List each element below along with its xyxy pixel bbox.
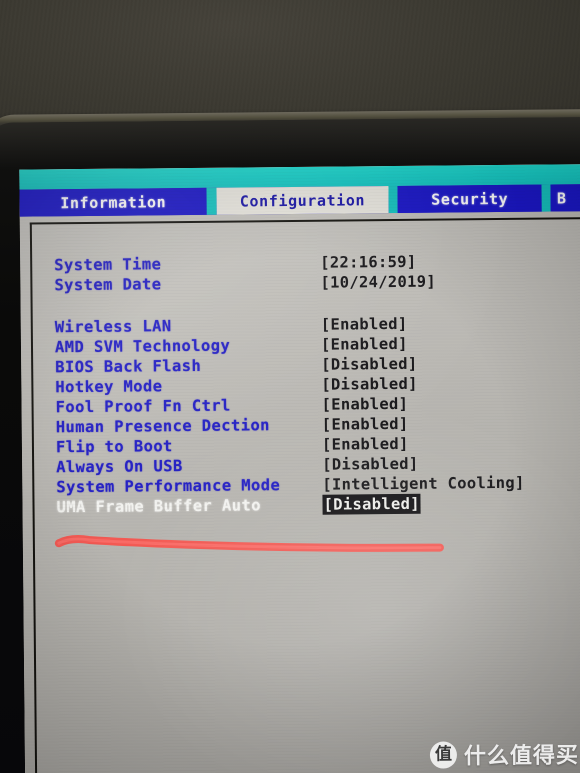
watermark-text: 什么值得买 (463, 743, 580, 770)
bezel-sheen (0, 117, 580, 169)
watermark: 值 什么值得买 (429, 737, 580, 770)
bios-setup-utility: Information Configuration Security B (19, 164, 580, 773)
screen-vignette (19, 164, 580, 773)
laptop-screen-bezel: Information Configuration Security B (0, 117, 580, 773)
watermark-badge-icon: 值 (429, 740, 458, 769)
lcd-screen: Information Configuration Security B (19, 164, 580, 773)
photo-of-laptop-screen: Information Configuration Security B (0, 0, 580, 773)
